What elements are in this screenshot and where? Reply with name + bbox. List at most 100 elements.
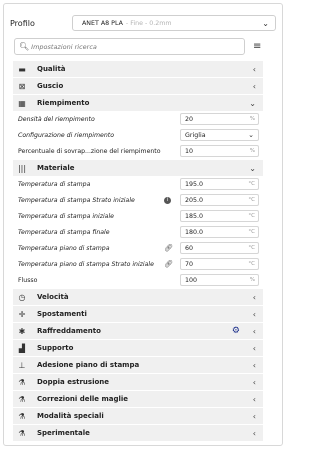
setting-label: Densità del riempimento <box>18 115 95 123</box>
setting-unit: °C <box>248 181 255 187</box>
category-infill[interactable]: ▦ Riempimento ⌄ <box>13 94 263 111</box>
chevron-left-icon: ‹ <box>252 360 256 370</box>
setting-field[interactable]: 70 °C <box>180 258 259 270</box>
setting-field[interactable]: 185.0 °C <box>180 210 259 222</box>
profile-label: Profilo <box>10 18 35 28</box>
chevron-down-icon: ⌄ <box>249 98 256 108</box>
chevron-left-icon: ‹ <box>252 292 256 302</box>
category-label: Correzioni delle maglie <box>37 395 129 403</box>
setting-row: Flusso 100% <box>13 272 263 288</box>
setting-label: Percentuale di sovrap...zione del riempi… <box>18 147 161 155</box>
link-icon[interactable]: 🔗︎ <box>164 260 173 268</box>
chevron-left-icon: ‹ <box>252 411 256 421</box>
setting-unit: °C <box>248 245 255 251</box>
setting-value: 70 <box>185 260 194 268</box>
setting-value: 195.0 <box>185 180 204 188</box>
category-label: Doppia estrusione <box>37 378 110 386</box>
setting-unit: °C <box>248 261 255 267</box>
quality-icon: ▬ <box>18 64 26 74</box>
category-speed[interactable]: ◷ Velocità ‹ <box>13 288 263 305</box>
search-input[interactable] <box>31 42 232 51</box>
dual-extrusion-icon: ⚗ <box>18 377 26 387</box>
cooling-icon: ✱ <box>18 326 26 336</box>
setting-label: Temperatura piano di stampa Strato inizi… <box>18 260 154 268</box>
setting-field[interactable]: 195.0 °C <box>180 178 259 190</box>
menu-icon[interactable]: ≡ <box>253 41 261 52</box>
speed-icon: ◷ <box>18 292 26 302</box>
setting-row: Densità del riempimento 20% <box>13 111 263 127</box>
setting-field[interactable]: 205.0 °C <box>180 194 259 206</box>
profile-name: ANET A8 PLA <box>82 19 123 27</box>
category-shell[interactable]: ⊠ Guscio ‹ <box>13 77 263 94</box>
setting-unit: % <box>249 277 255 283</box>
setting-row: Configurazione di riempimento Griglia ⌄ <box>13 127 263 143</box>
chevron-left-icon: ‹ <box>252 394 256 404</box>
link-icon[interactable]: 🔗︎ <box>164 244 173 252</box>
setting-unit: °C <box>248 213 255 219</box>
setting-row: Temperatura piano di stampa 🔗︎ 60 °C <box>13 240 263 256</box>
setting-value: 185.0 <box>185 212 204 220</box>
category-label: Raffreddamento <box>37 327 101 335</box>
setting-row: Temperatura di stampa iniziale 185.0 °C <box>13 208 263 224</box>
setting-row: Percentuale di sovrap...zione del riempi… <box>13 143 263 159</box>
setting-value: 10 <box>185 147 194 155</box>
setting-row: Temperatura di stampa finale 180.0 °C <box>13 224 263 240</box>
category-experimental[interactable]: ⚗ Sperimentale ‹ <box>13 424 263 441</box>
chevron-down-icon: ⌄ <box>248 131 254 139</box>
setting-value: 180.0 <box>185 228 204 236</box>
setting-label: Temperatura di stampa Strato iniziale <box>18 196 135 204</box>
chevron-left-icon: ‹ <box>252 428 256 438</box>
setting-unit: °C <box>248 197 255 203</box>
category-label: Guscio <box>37 82 64 90</box>
profile-select[interactable]: ANET A8 PLA - Fine - 0.2mm ⌄ <box>72 15 276 31</box>
setting-label: Temperatura di stampa finale <box>18 228 110 236</box>
search-box[interactable]: 🔍︎ <box>14 38 245 55</box>
setting-row: Temperatura piano di stampa Strato inizi… <box>13 256 263 272</box>
travel-icon: ✛ <box>18 309 26 319</box>
setting-field[interactable]: 60 °C <box>180 242 259 254</box>
category-adhesion[interactable]: ⊥ Adesione piano di stampa ‹ <box>13 356 263 373</box>
category-travel[interactable]: ✛ Spostamenti ‹ <box>13 305 263 322</box>
chevron-left-icon: ‹ <box>252 81 256 91</box>
settings-list: ▬ Qualità ‹ ⊠ Guscio ‹ ▦ Riempimento ⌄ Densità de… <box>13 60 263 441</box>
setting-label: Temperatura piano di stampa <box>18 244 110 252</box>
setting-label: Temperatura di stampa <box>18 180 91 188</box>
category-label: Velocità <box>37 293 69 301</box>
material-icon: ||| <box>17 163 27 173</box>
setting-field[interactable]: 180.0 °C <box>180 226 259 238</box>
category-quality[interactable]: ▬ Qualità ‹ <box>13 60 263 77</box>
category-material[interactable]: ||| Materiale ⌄ <box>13 159 263 176</box>
experimental-icon: ⚗ <box>18 428 26 438</box>
special-modes-icon: ⚗ <box>18 411 26 421</box>
category-label: Supporto <box>37 344 74 352</box>
setting-field[interactable]: 20% <box>180 113 259 125</box>
info-icon[interactable]: i <box>164 196 171 204</box>
setting-unit: °C <box>248 229 255 235</box>
setting-label: Configurazione di riempimento <box>18 131 114 139</box>
setting-value: 60 <box>185 244 194 252</box>
category-special-modes[interactable]: ⚗ Modalità speciali ‹ <box>13 407 263 424</box>
chevron-left-icon: ‹ <box>252 309 256 319</box>
category-label: Materiale <box>37 164 75 172</box>
category-support[interactable]: ▟ Supporto ‹ <box>13 339 263 356</box>
category-label: Adesione piano di stampa <box>37 361 140 369</box>
setting-field[interactable]: 10% <box>180 145 259 157</box>
setting-label: Temperatura di stampa iniziale <box>18 212 114 220</box>
setting-field[interactable]: Griglia ⌄ <box>180 129 259 141</box>
category-cooling[interactable]: ✱ Raffreddamento ⚙ ‹ <box>13 322 263 339</box>
category-mesh-fixes[interactable]: ⚗ Correzioni delle maglie ‹ <box>13 390 263 407</box>
category-label: Sperimentale <box>37 429 90 437</box>
gear-icon[interactable]: ⚙ <box>232 326 240 336</box>
search-icon: 🔍︎ <box>19 42 30 51</box>
adhesion-icon: ⊥ <box>18 360 26 370</box>
chevron-left-icon: ‹ <box>252 377 256 387</box>
setting-value: Griglia <box>185 131 206 139</box>
category-dual-extrusion[interactable]: ⚗ Doppia estrusione ‹ <box>13 373 263 390</box>
setting-label: Flusso <box>18 276 38 284</box>
setting-value: 100 <box>185 276 198 284</box>
shell-icon: ⊠ <box>18 81 26 91</box>
category-label: Spostamenti <box>37 310 87 318</box>
setting-unit: % <box>249 116 255 122</box>
setting-field[interactable]: 100% <box>180 274 259 286</box>
setting-row: Temperatura di stampa 195.0 °C <box>13 176 263 192</box>
